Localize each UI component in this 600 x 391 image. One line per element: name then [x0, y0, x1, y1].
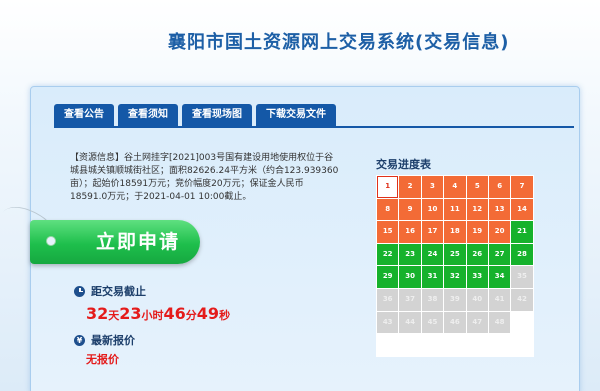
progress-title: 交易进度表: [376, 158, 431, 171]
progress-cell-10: 10: [421, 198, 444, 221]
progress-cell-22: 22: [377, 243, 399, 266]
progress-cell-empty: [444, 334, 466, 356]
progress-cell-15: 15: [377, 221, 399, 243]
progress-cell-empty: [377, 334, 399, 356]
tag-hole-decoration: [46, 236, 56, 246]
progress-cell-25: 25: [444, 243, 466, 266]
progress-cell-7: 7: [511, 176, 533, 198]
tab-announcement[interactable]: 查看公告: [54, 104, 114, 126]
progress-cell-32: 32: [444, 266, 466, 288]
progress-cell-33: 33: [466, 266, 488, 288]
progress-cell-27: 27: [488, 243, 511, 266]
progress-cell-28: 28: [511, 243, 533, 266]
progress-cell-14: 14: [511, 198, 533, 221]
progress-cell-empty: [466, 334, 488, 356]
countdown-hours-unit: 小时: [141, 309, 164, 322]
progress-cell-26: 26: [466, 243, 488, 266]
tab-bar: 查看公告 查看须知 查看现场图 下载交易文件: [54, 104, 336, 126]
countdown: 32天23小时46分49秒: [86, 304, 230, 323]
quote-label: 最新报价: [91, 334, 135, 347]
progress-cell-11: 11: [444, 198, 466, 221]
progress-cell-40: 40: [466, 288, 488, 311]
progress-cell-43: 43: [377, 311, 399, 334]
progress-cell-36: 36: [377, 288, 399, 311]
progress-cell-20: 20: [488, 221, 511, 243]
quote-heading: ¥ 最新报价: [74, 332, 135, 348]
progress-cell-empty: [399, 334, 421, 356]
progress-cell-empty: [511, 334, 533, 356]
progress-cell-empty: [421, 334, 444, 356]
progress-cell-17: 17: [421, 221, 444, 243]
progress-cell-44: 44: [399, 311, 421, 334]
deadline-label: 距交易截止: [91, 285, 146, 298]
countdown-seconds: 49: [196, 304, 220, 323]
progress-cell-24: 24: [421, 243, 444, 266]
progress-cell-2: 2: [399, 176, 421, 198]
progress-cell-18: 18: [444, 221, 466, 243]
apply-button-label: 立即申请: [95, 231, 180, 253]
progress-cell-46: 46: [444, 311, 466, 334]
progress-cell-38: 38: [421, 288, 444, 311]
quote-value: 无报价: [86, 353, 119, 366]
progress-cell-1: 1: [377, 176, 399, 198]
progress-cell-21: 21: [511, 221, 533, 243]
progress-grid: 1 2 3 4 5 6 7 8 9 10 11 12 13 14 15 16 17 18 19 20 21 22 23 24 2…: [376, 175, 534, 357]
progress-cell-30: 30: [399, 266, 421, 288]
tab-download-files[interactable]: 下载交易文件: [256, 104, 336, 126]
yen-icon: ¥: [74, 334, 85, 346]
progress-cell-48: 48: [488, 311, 511, 334]
progress-cell-23: 23: [399, 243, 421, 266]
progress-cell-47: 47: [466, 311, 488, 334]
progress-cell-6: 6: [488, 176, 511, 198]
progress-cell-9: 9: [399, 198, 421, 221]
progress-cell-34: 34: [488, 266, 511, 288]
progress-cell-45: 45: [421, 311, 444, 334]
tab-notice[interactable]: 查看须知: [118, 104, 178, 126]
countdown-minutes-unit: 分: [185, 309, 197, 322]
progress-cell-19: 19: [466, 221, 488, 243]
progress-cell-3: 3: [421, 176, 444, 198]
countdown-minutes: 46: [163, 304, 186, 323]
progress-cell-12: 12: [466, 198, 488, 221]
progress-cell-41: 41: [488, 288, 511, 311]
progress-cell-29: 29: [377, 266, 399, 288]
progress-cell-31: 31: [421, 266, 444, 288]
tab-underline: [54, 126, 574, 128]
deadline-heading: 距交易截止: [74, 283, 146, 299]
progress-cell-empty: [488, 334, 511, 356]
tab-site-map[interactable]: 查看现场图: [182, 104, 252, 126]
page-title: 襄阳市国土资源网上交易系统(交易信息): [168, 32, 510, 53]
countdown-days-unit: 天: [108, 309, 120, 322]
apply-button[interactable]: 立即申请: [30, 220, 200, 264]
countdown-days: 32: [86, 304, 109, 323]
progress-cell-37: 37: [399, 288, 421, 311]
countdown-seconds-unit: 秒: [219, 309, 231, 322]
progress-cell-35: 35: [511, 266, 533, 288]
progress-cell-5: 5: [466, 176, 488, 198]
countdown-hours: 23: [119, 304, 142, 323]
resource-info: 【资源信息】谷土网挂字[2021]003号国有建设用地使用权位于谷城县城关镇顺城…: [70, 153, 339, 202]
progress-cell-13: 13: [488, 198, 511, 221]
progress-cell-4: 4: [444, 176, 466, 198]
progress-cell-empty: [511, 311, 533, 334]
progress-cell-16: 16: [399, 221, 421, 243]
progress-cell-42: 42: [511, 288, 533, 311]
clock-icon: [74, 285, 85, 297]
progress-cell-8: 8: [377, 198, 399, 221]
progress-cell-39: 39: [444, 288, 466, 311]
